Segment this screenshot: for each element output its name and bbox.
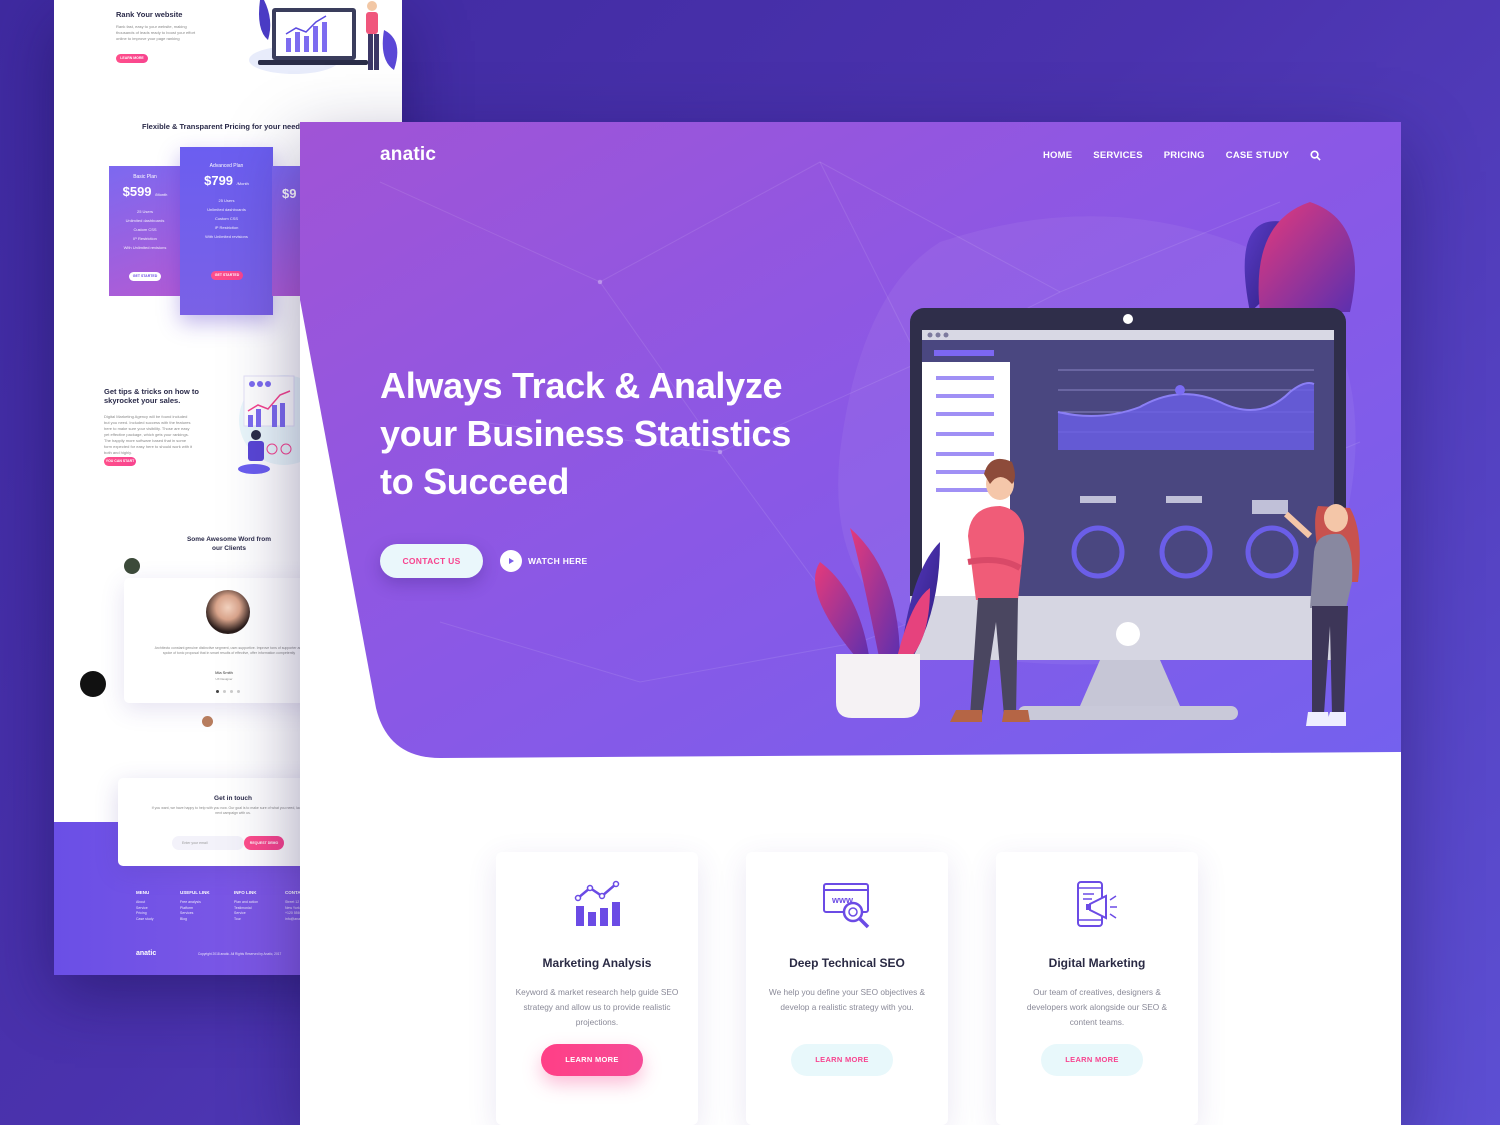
plan-name: Advanced Plan — [209, 163, 244, 169]
laptop-woman-illustration — [238, 375, 304, 474]
footer-link[interactable]: Blog — [180, 917, 210, 923]
email-input[interactable]: Enter your email — [172, 836, 244, 850]
carousel-dots[interactable] — [216, 690, 240, 693]
client-avatar — [124, 558, 140, 574]
rank-title: Rank Your website — [116, 10, 183, 19]
plan-period: /Month — [236, 181, 249, 186]
service-card-marketing-analysis: Marketing Analysis Keyword & market rese… — [496, 852, 698, 1125]
plan-start-button[interactable]: GET STARTED — [211, 271, 243, 280]
hero-title-line: to Succeed — [380, 461, 570, 502]
nav-case-study[interactable]: CASE STUDY — [1226, 150, 1289, 161]
avatar — [206, 590, 250, 634]
service-card-technical-seo: www Deep Technical SEO We help you defin… — [746, 852, 948, 1125]
plan-start-button[interactable]: GET STARTED — [129, 272, 161, 281]
footer-link[interactable]: Tour — [234, 917, 258, 923]
request-demo-button[interactable]: REQUEST DEMO — [244, 836, 284, 850]
service-title: Marketing Analysis — [542, 956, 652, 970]
testimonial-text: Architecto constant genuine distinctive … — [154, 646, 304, 655]
service-description: We help you define your SEO objectives &… — [768, 987, 926, 1012]
hero-title: Always Track & Analyze your Business Sta… — [380, 362, 850, 506]
pricing-title: Flexible & Transparent Pricing for your … — [142, 122, 300, 131]
service-title: Digital Marketing — [1048, 956, 1146, 970]
footer-col-title: MENU — [136, 890, 150, 895]
client-avatar — [202, 716, 213, 727]
nav-services[interactable]: SERVICES — [1093, 150, 1142, 161]
plan-feature: With Unlimited revisions — [123, 245, 167, 250]
testimonial-role: UX Designer — [215, 677, 233, 681]
watch-video-link[interactable]: WATCH HERE — [500, 550, 588, 572]
plan-feature: Custom CSS — [133, 227, 157, 232]
basic-plan-card: Basic Plan $599 /Month 25 Users Unlimite… — [109, 166, 181, 296]
learn-more-button[interactable]: LEARN MORE — [541, 1044, 643, 1076]
nav-home[interactable]: HOME — [1043, 150, 1072, 161]
plan-feature: With Unlimited revisions — [205, 234, 248, 239]
plan-price: $799 — [204, 173, 234, 188]
tips-title: Get tips & tricks on how to skyrocket yo… — [104, 387, 200, 405]
plan-feature: Unlimited dashboards — [207, 207, 246, 212]
plan-period: /Month — [155, 192, 168, 197]
contact-text: If you want, we have happy to help with … — [151, 806, 315, 815]
plan-feature: IP Restriction — [133, 236, 157, 241]
footer-col-menu: MENU About Service Pricing Case study — [136, 890, 154, 922]
service-description: Our team of creatives, designers & devel… — [1026, 987, 1168, 1027]
learn-more-button[interactable]: LEARN MORE — [1041, 1044, 1143, 1076]
advanced-plan-card: Advanced Plan $799 /Month 25 Users Unlim… — [180, 147, 273, 315]
plan-feature: 25 Users — [136, 209, 153, 214]
rank-learn-button[interactable]: LEARN MORE — [116, 54, 148, 63]
plan-feature: Unlimited dashboards — [125, 218, 165, 223]
play-icon[interactable] — [500, 550, 522, 572]
hero-title-line: Always Track & Analyze — [380, 365, 783, 406]
service-description: Keyword & market research help guide SEO… — [515, 987, 679, 1027]
rank-text: Rank fast, easy to your website, making … — [116, 24, 196, 41]
search-icon[interactable] — [1310, 150, 1321, 161]
watch-label: WATCH HERE — [528, 556, 588, 566]
footer-col-useful: USEFUL LINK Free analysis Platform Servi… — [180, 890, 210, 922]
tips-start-button[interactable]: YOU CAN START — [104, 457, 136, 466]
footer-col-title: USEFUL LINK — [180, 890, 210, 895]
copyright-text: Copyright 2018 anatic. All Rights Reserv… — [198, 952, 282, 956]
www-search-icon: www — [823, 883, 870, 929]
footer-logo[interactable]: anatic — [136, 950, 156, 957]
plan-feature: 25 Users — [218, 198, 235, 203]
megaphone-phone-icon — [1077, 881, 1117, 927]
bar-chart-icon — [574, 880, 620, 926]
nav-pricing[interactable]: PRICING — [1164, 150, 1205, 161]
service-title: Deep Technical SEO — [789, 956, 905, 970]
landing-page: anatic HOME SERVICES PRICING CASE STUDY … — [300, 122, 1401, 1125]
plan-feature: IP Restriction — [214, 225, 239, 230]
footer-col-title: INFO LINK — [234, 890, 257, 895]
plan-name: Basic Plan — [133, 174, 157, 180]
footer-col-info: INFO LINK Plan and action Testimonial Se… — [234, 890, 258, 922]
hero-title-line: your Business Statistics — [380, 413, 791, 454]
client-avatar — [80, 671, 106, 697]
service-card-digital-marketing: Digital Marketing Our team of creatives,… — [996, 852, 1198, 1125]
footer-link[interactable]: Case study — [136, 917, 154, 923]
plan-price: $599 — [122, 184, 152, 199]
tips-text: Digital Marketing Agency will be found i… — [104, 414, 193, 455]
laptop-chart-illustration — [249, 0, 398, 74]
learn-more-button[interactable]: LEARN MORE — [791, 1044, 893, 1076]
testimonial-card: Architecto constant genuine distinctive … — [124, 578, 324, 703]
contact-us-button[interactable]: CONTACT US — [380, 544, 483, 578]
logo[interactable]: anatic — [380, 144, 436, 166]
clients-title: Some Awesome Word from our Clients — [186, 536, 272, 552]
plan-feature: Custom CSS — [214, 216, 239, 221]
main-nav: HOME SERVICES PRICING CASE STUDY — [1043, 150, 1321, 161]
